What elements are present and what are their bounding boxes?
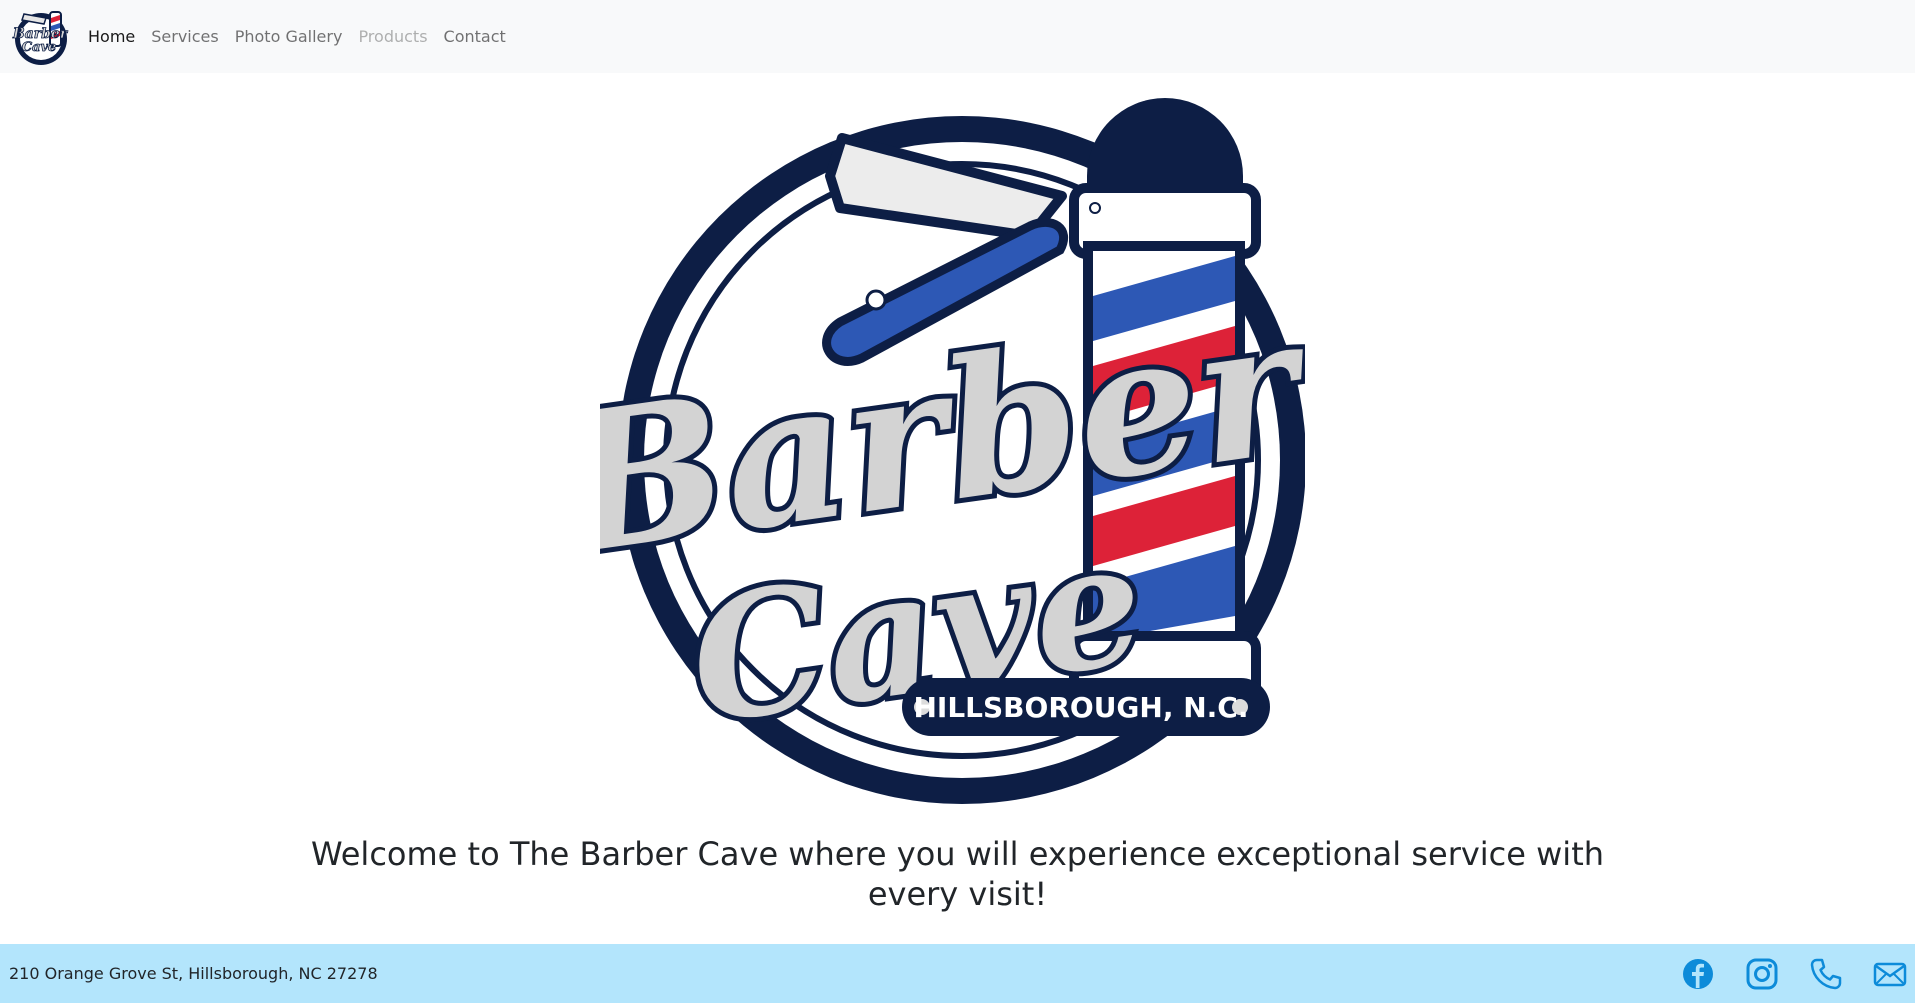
facebook-icon[interactable] [1681,957,1715,991]
barber-cave-logo-small: Barber Cave [11,10,69,65]
footer-address: 210 Orange Grove St, Hillsborough, NC 27… [9,964,378,983]
nav-home[interactable]: Home [88,27,135,46]
nav-contact[interactable]: Contact [444,27,506,46]
footer-icons [1651,957,1907,991]
welcome-heading: Welcome to The Barber Cave where you wil… [310,835,1605,913]
phone-icon[interactable] [1809,957,1843,991]
logo-location-text: HILLSBOROUGH, N.C. [913,691,1248,724]
footer: 210 Orange Grove St, Hillsborough, NC 27… [0,944,1915,1003]
barber-cave-logo: Barber Cave HILLSBOROUGH, N.C. [600,98,1305,804]
nav-services[interactable]: Services [151,27,218,46]
navbar: Barber Cave Home Services Photo Gallery … [0,0,1915,73]
instagram-icon[interactable] [1745,957,1779,991]
envelope-icon[interactable] [1873,957,1907,991]
brand-logo[interactable]: Barber Cave [10,6,72,68]
nav-photo-gallery[interactable]: Photo Gallery [235,27,343,46]
nav-products: Products [358,27,428,46]
hero-logo: Barber Cave HILLSBOROUGH, N.C. [600,96,1305,806]
small-logo-line2: Cave [22,40,57,55]
